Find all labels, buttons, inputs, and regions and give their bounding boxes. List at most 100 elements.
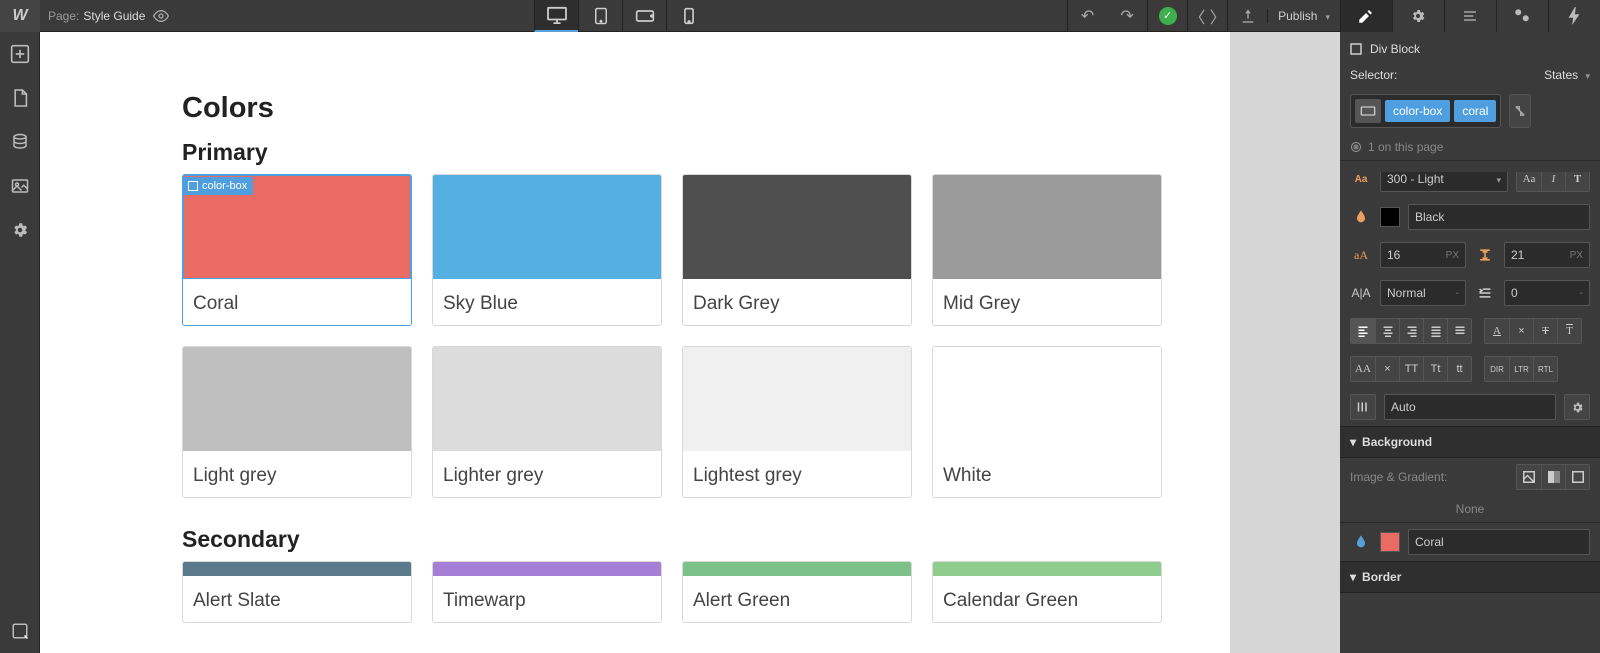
text-align-group: [1350, 318, 1472, 344]
color-card-alert-green[interactable]: Alert Green: [682, 561, 912, 623]
device-tablet[interactable]: [578, 0, 622, 32]
columns-input[interactable]: Auto: [1384, 394, 1556, 420]
color-card-mid-grey[interactable]: Mid Grey: [932, 174, 1162, 326]
align-right[interactable]: [1399, 319, 1423, 343]
transform-cap[interactable]: Tt: [1423, 357, 1447, 381]
transform-label: AA: [1351, 357, 1375, 381]
element-type: Div Block: [1370, 42, 1420, 56]
font-weight-input[interactable]: 300 - Light: [1380, 172, 1508, 192]
status-ok-icon[interactable]: ✓: [1147, 0, 1187, 32]
color-card-calendar-green[interactable]: Calendar Green: [932, 561, 1162, 623]
color-name: Timewarp: [433, 576, 661, 622]
tab-style[interactable]: [1340, 0, 1392, 32]
states-dropdown[interactable]: States: [1544, 68, 1590, 82]
align-center[interactable]: [1375, 319, 1399, 343]
background-section-header[interactable]: ▾ Background: [1340, 426, 1600, 458]
redo-icon[interactable]: ↷: [1107, 0, 1147, 32]
bg-image-icon[interactable]: [1517, 465, 1541, 489]
pages-icon[interactable]: [0, 76, 40, 120]
publish-label: Publish: [1278, 9, 1317, 23]
undo-icon[interactable]: ↶: [1067, 0, 1107, 32]
color-card-lighter-grey[interactable]: Lighter grey: [432, 346, 662, 498]
text-indent-input[interactable]: 0-: [1504, 280, 1590, 306]
settings-icon[interactable]: [0, 208, 40, 252]
color-name: Light grey: [183, 451, 411, 497]
bg-radial-icon[interactable]: [1565, 465, 1589, 489]
selector-tag[interactable]: coral: [1454, 100, 1496, 122]
preview-icon[interactable]: [145, 0, 177, 32]
font-normal[interactable]: Aa: [1517, 172, 1541, 191]
cms-icon[interactable]: [0, 120, 40, 164]
font-color-icon: [1350, 209, 1372, 225]
align-justify-all[interactable]: [1447, 319, 1471, 343]
bg-color-swatch[interactable]: [1380, 532, 1400, 552]
swatch: [433, 175, 661, 279]
bg-image-value: None: [1456, 502, 1485, 516]
selector-input[interactable]: color-box coral: [1350, 94, 1501, 128]
decoration-none[interactable]: ×: [1509, 319, 1533, 343]
font-color-swatch[interactable]: [1380, 207, 1400, 227]
selector-tag[interactable]: color-box: [1385, 100, 1450, 122]
align-justify[interactable]: [1423, 319, 1447, 343]
color-card-coral[interactable]: Coral: [182, 174, 412, 326]
section-secondary-heading: Secondary: [182, 526, 1090, 553]
font-bold[interactable]: T: [1565, 172, 1589, 191]
color-card-lightest-grey[interactable]: Lightest grey: [682, 346, 912, 498]
color-name: White: [933, 451, 1161, 497]
direction-rtl[interactable]: RTL: [1533, 357, 1557, 381]
transform-none[interactable]: ×: [1375, 357, 1399, 381]
add-element-icon[interactable]: [0, 32, 40, 76]
align-left[interactable]: [1351, 319, 1375, 343]
columns-icon[interactable]: [1351, 395, 1375, 419]
color-card-alert-slate[interactable]: Alert Slate: [182, 561, 412, 623]
publish-button[interactable]: Publish: [1267, 9, 1340, 23]
border-section-header[interactable]: ▾ Border: [1340, 561, 1600, 593]
bg-color-input[interactable]: Coral: [1408, 529, 1590, 555]
direction-auto[interactable]: DIR: [1485, 357, 1509, 381]
help-icon[interactable]: [0, 609, 40, 653]
export-icon[interactable]: [1227, 0, 1267, 32]
text-transform-group: AA × TT Tt tt: [1350, 356, 1472, 382]
transform-upper[interactable]: TT: [1399, 357, 1423, 381]
device-mobile[interactable]: [666, 0, 710, 32]
bg-linear-icon[interactable]: [1541, 465, 1565, 489]
canvas[interactable]: Colors Primary color-box Coral Sky Blue …: [40, 32, 1230, 653]
text-indent-icon: [1474, 286, 1496, 300]
columns-icon-group: [1350, 394, 1376, 420]
font-size-input[interactable]: 16PX: [1380, 242, 1466, 268]
color-card-sky-blue[interactable]: Sky Blue: [432, 174, 662, 326]
selector-scope-icon[interactable]: [1355, 99, 1381, 123]
decoration-strike[interactable]: T: [1533, 319, 1557, 343]
font-italic[interactable]: I: [1541, 172, 1565, 191]
color-card-white[interactable]: White: [932, 346, 1162, 498]
decoration-underline[interactable]: A: [1485, 319, 1509, 343]
selection-tag-label: color-box: [202, 180, 247, 192]
tab-navigator[interactable]: [1444, 0, 1496, 32]
line-height-input[interactable]: 21PX: [1504, 242, 1590, 268]
page-name[interactable]: Style Guide: [83, 9, 145, 23]
code-icon[interactable]: 〈 〉: [1187, 0, 1227, 32]
font-color-input[interactable]: Black: [1408, 204, 1590, 230]
transform-lower[interactable]: tt: [1447, 357, 1471, 381]
color-name: Alert Green: [683, 576, 911, 622]
letter-spacing-input[interactable]: Normal-: [1380, 280, 1466, 306]
tab-interactions[interactable]: [1548, 0, 1600, 32]
decoration-overline[interactable]: T: [1557, 319, 1581, 343]
columns-settings-icon[interactable]: [1564, 394, 1590, 420]
inheritance-icon[interactable]: [1509, 94, 1531, 128]
color-card-timewarp[interactable]: Timewarp: [432, 561, 662, 623]
device-tablet-landscape[interactable]: [622, 0, 666, 32]
section-primary-heading: Primary: [182, 139, 1090, 166]
color-card-dark-grey[interactable]: Dark Grey: [682, 174, 912, 326]
webflow-logo[interactable]: W: [0, 0, 40, 32]
tab-settings[interactable]: [1392, 0, 1444, 32]
color-card-light-grey[interactable]: Light grey: [182, 346, 412, 498]
device-desktop[interactable]: [534, 0, 578, 32]
selection-tag[interactable]: color-box: [182, 177, 253, 195]
assets-icon[interactable]: [0, 164, 40, 208]
direction-ltr[interactable]: LTR: [1509, 357, 1533, 381]
image-gradient-label: Image & Gradient:: [1350, 470, 1447, 484]
tab-style-manager[interactable]: [1496, 0, 1548, 32]
states-label: States: [1544, 68, 1578, 82]
color-name: Sky Blue: [433, 279, 661, 325]
